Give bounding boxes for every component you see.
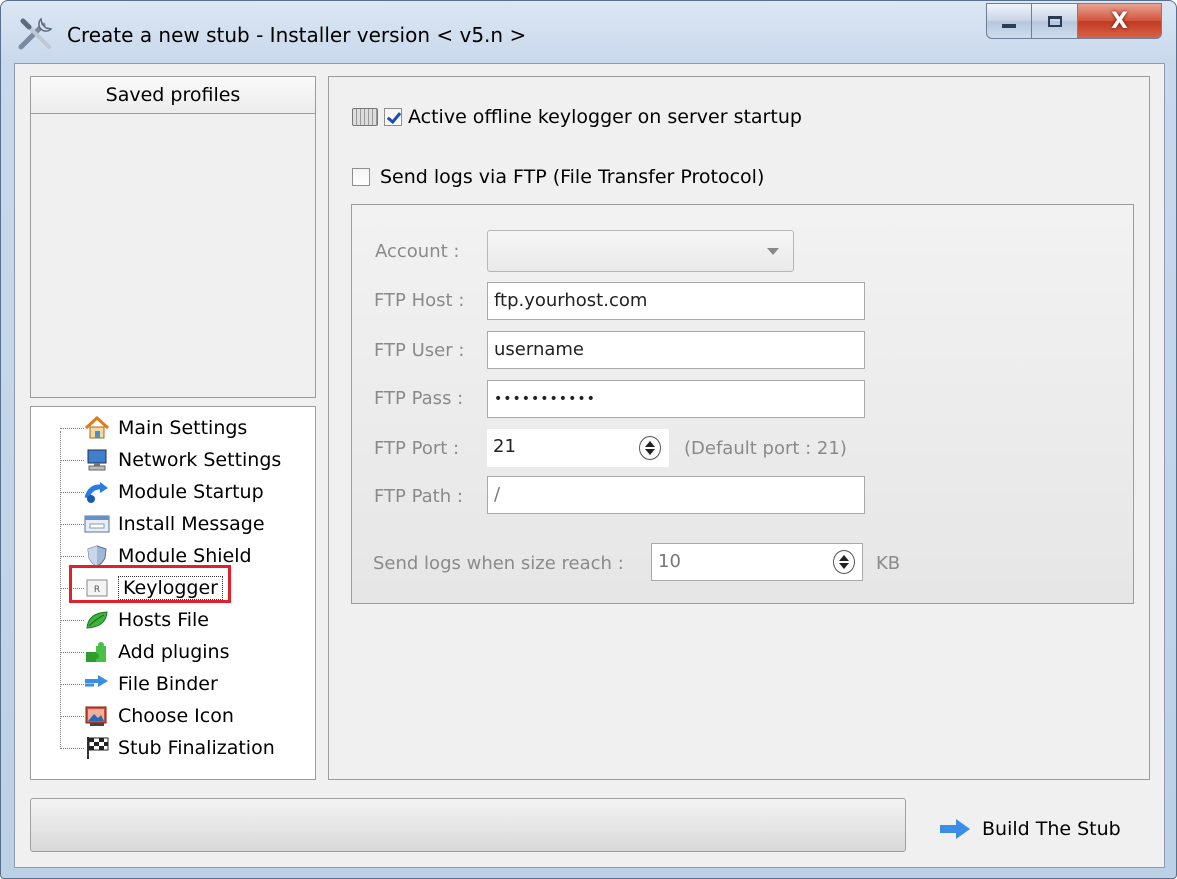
send-size-value: 10 xyxy=(658,551,681,572)
build-stub-label: Build The Stub xyxy=(982,818,1121,840)
leaf-icon xyxy=(84,607,110,633)
startup-arrow-icon xyxy=(84,479,110,505)
send-size-label: Send logs when size reach : xyxy=(373,553,624,574)
build-stub-button[interactable]: Build The Stub xyxy=(930,804,1140,854)
maximize-button[interactable] xyxy=(1032,3,1078,39)
close-button[interactable]: X xyxy=(1078,3,1162,39)
send-logs-ftp-option[interactable]: Send logs via FTP (File Transfer Protoco… xyxy=(352,162,764,192)
ftp-pass-label: FTP Pass : xyxy=(374,388,464,409)
account-label: Account : xyxy=(375,241,460,262)
progress-bar xyxy=(30,798,906,852)
tree-item-label: Choose Icon xyxy=(118,705,234,727)
saved-profiles-header: Saved profiles xyxy=(31,77,315,114)
tree-item-main-settings[interactable]: Main Settings xyxy=(60,413,247,443)
ftp-port-value: 21 xyxy=(493,436,516,457)
ftp-port-hint: (Default port : 21) xyxy=(684,438,847,459)
maximize-icon xyxy=(1047,15,1062,27)
caption-buttons: X xyxy=(986,3,1162,41)
puzzle-icon xyxy=(84,639,110,665)
active-offline-checkbox[interactable] xyxy=(384,108,402,126)
ftp-port-spinner[interactable] xyxy=(639,436,661,460)
send-ftp-label: Send logs via FTP (File Transfer Protoco… xyxy=(380,166,765,188)
tree-item-hosts-file[interactable]: Hosts File xyxy=(60,605,209,635)
ftp-path-label: FTP Path : xyxy=(374,486,463,507)
tree-item-add-plugins[interactable]: Add plugins xyxy=(60,637,230,667)
close-icon: X xyxy=(1111,8,1128,34)
tree-item-label: Hosts File xyxy=(118,609,209,631)
account-dropdown[interactable] xyxy=(487,230,794,272)
ftp-pass-input[interactable]: ••••••••••• xyxy=(487,380,865,418)
ftp-port-label: FTP Port : xyxy=(374,438,460,459)
tree-item-label: Network Settings xyxy=(118,449,282,471)
tree-item-label: File Binder xyxy=(118,673,218,695)
ftp-host-input[interactable]: ftp.yourhost.com xyxy=(487,282,865,320)
double-arrow-icon xyxy=(84,671,110,697)
active-offline-label: Active offline keylogger on server start… xyxy=(408,106,802,128)
send-size-spinner[interactable] xyxy=(833,550,855,574)
highlight-box xyxy=(69,565,231,603)
ftp-user-input[interactable]: username xyxy=(487,331,865,369)
size-unit-label: KB xyxy=(876,553,901,574)
checkered-flag-icon xyxy=(84,735,110,761)
tree-item-file-binder[interactable]: File Binder xyxy=(60,669,218,699)
tree-item-label: Main Settings xyxy=(118,417,248,439)
send-ftp-checkbox[interactable] xyxy=(352,168,370,186)
house-icon xyxy=(84,415,110,441)
tree-item-install-message[interactable]: Install Message xyxy=(60,509,265,539)
ftp-path-input[interactable]: / xyxy=(487,476,865,514)
ftp-host-label: FTP Host : xyxy=(374,290,465,311)
tree-item-label: Add plugins xyxy=(118,641,230,663)
settings-tree: Main Settings Network Settings Module St… xyxy=(30,406,316,780)
picture-icon xyxy=(84,703,110,729)
minimize-button[interactable] xyxy=(986,3,1032,39)
ftp-user-label: FTP User : xyxy=(374,340,465,361)
tree-item-stub-finalization[interactable]: Stub Finalization xyxy=(60,733,275,763)
monitor-icon xyxy=(84,447,110,473)
tree-item-network-settings[interactable]: Network Settings xyxy=(60,445,281,475)
tree-item-choose-icon[interactable]: Choose Icon xyxy=(60,701,234,731)
tools-icon xyxy=(18,17,53,50)
keyboard-icon xyxy=(352,108,378,126)
message-box-icon xyxy=(84,511,110,537)
send-size-input[interactable]: 10 xyxy=(651,543,863,581)
chevron-down-icon xyxy=(767,248,779,255)
tree-item-label: Install Message xyxy=(118,513,265,535)
title-bar[interactable]: Create a new stub - Installer version < … xyxy=(1,1,1176,63)
saved-profiles-panel[interactable]: Saved profiles xyxy=(30,76,316,398)
arrow-right-icon xyxy=(940,819,972,839)
tree-item-label: Module Shield xyxy=(118,545,252,567)
minimize-icon xyxy=(1002,24,1016,28)
tree-item-module-startup[interactable]: Module Startup xyxy=(60,477,264,507)
active-offline-keylogger-option[interactable]: Active offline keylogger on server start… xyxy=(352,102,802,132)
tree-item-label: Module Startup xyxy=(118,481,264,503)
window-title: Create a new stub - Installer version < … xyxy=(67,23,527,47)
tree-item-label: Stub Finalization xyxy=(118,737,275,759)
